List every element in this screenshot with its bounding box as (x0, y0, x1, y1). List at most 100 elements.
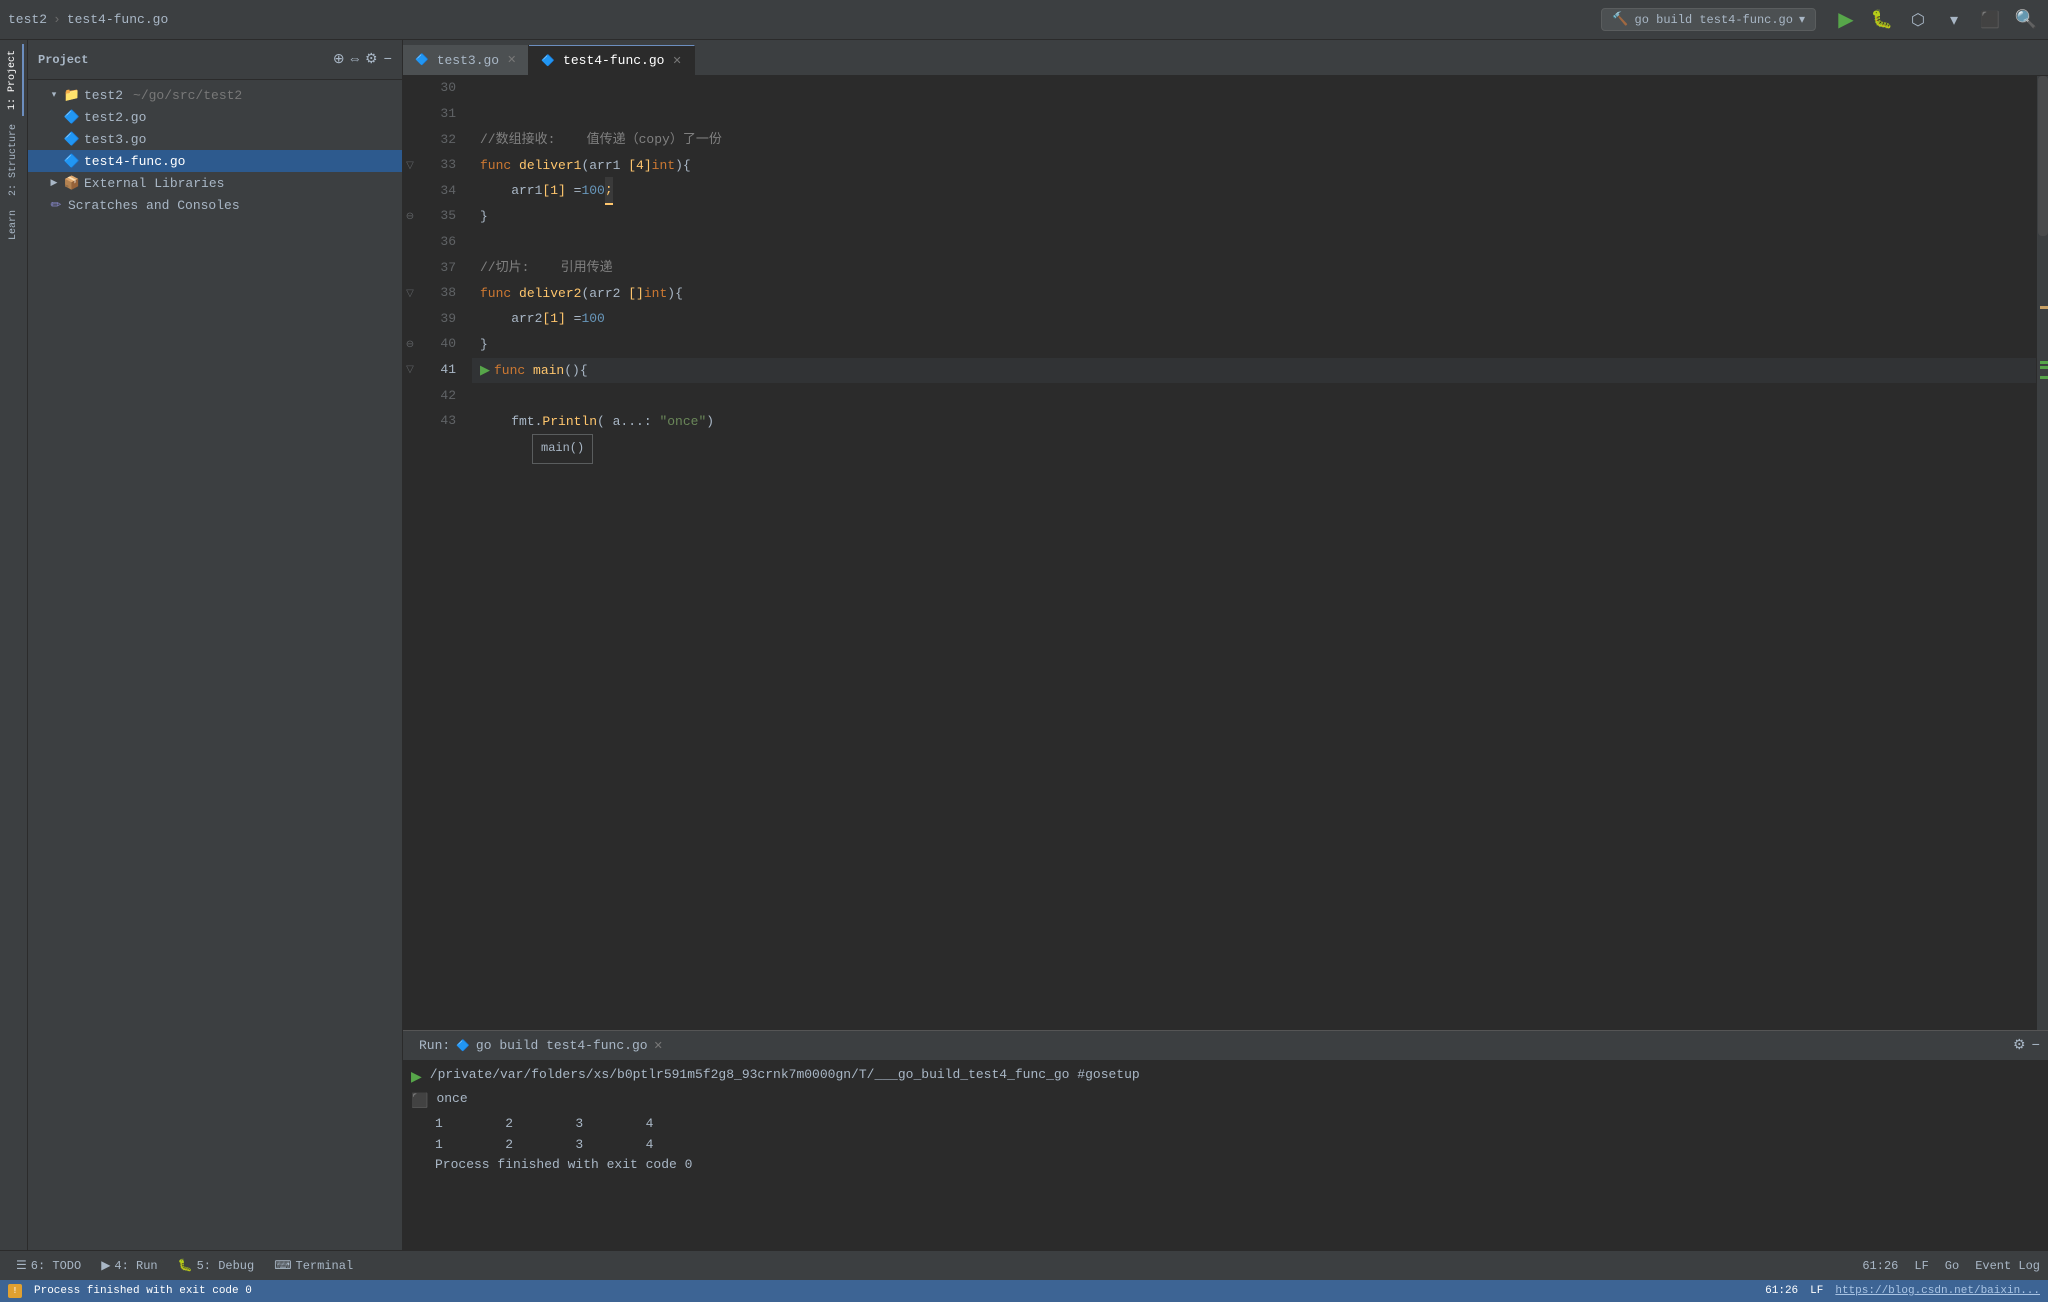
autocomplete-text: main() (541, 441, 584, 455)
terminal-footer-label: Terminal (296, 1259, 354, 1273)
bottom-tab-actions: ⚙ − (2013, 1037, 2040, 1054)
activity-learn[interactable]: Learn (4, 204, 23, 246)
settings-icon[interactable]: ⚙ (365, 51, 378, 68)
run-tab-close[interactable]: ✕ (654, 1039, 663, 1053)
coverage-button[interactable]: ⬡ (1904, 6, 1932, 34)
code-line-43: fmt.Println( a...: "once") (472, 409, 2036, 435)
kw-func-33: func (480, 153, 519, 179)
autocomplete-line: main() (532, 434, 2036, 460)
code-line-38: func deliver2(arr2 []int){ (472, 281, 2036, 307)
code-line-39: arr2[1] =100 (472, 306, 2036, 332)
code-line-37: //切片: 引用传递 (472, 255, 2036, 281)
tree-item-project-root[interactable]: ▾ 📁 test2 ~/go/src/test2 (28, 84, 402, 106)
bottom-tab-bar: Run: 🔷 go build test4-func.go ✕ ⚙ − (403, 1031, 2048, 1061)
tree-label-scratches: Scratches and Consoles (68, 198, 240, 213)
var-fmt: fmt (480, 409, 535, 435)
code-area[interactable]: //数组接收: 值传递（copy）了一份 func deliver1(arr1 … (472, 76, 2036, 1030)
comment-37: //切片: 引用传递 (480, 255, 613, 281)
minimize-icon[interactable]: − (384, 52, 392, 68)
run-footer-icon: ▶ (101, 1258, 110, 1273)
scratch-icon: ✏ (48, 197, 64, 213)
blog-link[interactable]: https://blog.csdn.net/baixin... (1835, 1285, 2040, 1297)
line-39: 39 (417, 306, 464, 332)
tab-close-test3[interactable]: ✕ (507, 53, 516, 67)
bracket-34: [1] (542, 178, 565, 204)
fold-33[interactable]: ▽ (403, 153, 417, 179)
run-config-dropdown[interactable]: 🔨 go build test4-func.go ▾ (1601, 8, 1816, 31)
tree-item-external-libs[interactable]: ▶ 📦 External Libraries (28, 172, 402, 194)
fold-40[interactable]: ⊖ (403, 332, 417, 358)
status-position: 61:26 (1862, 1259, 1898, 1273)
footer-tab-todo[interactable]: ☰ 6: TODO (8, 1258, 89, 1273)
fold-35[interactable]: ⊖ (403, 204, 417, 230)
activity-project[interactable]: 1: Project (3, 44, 24, 116)
status-eventlog[interactable]: Event Log (1975, 1259, 2040, 1273)
bracket-33: [4] (628, 153, 651, 179)
paren-33b: ){ (675, 153, 691, 179)
settings-bottom-icon[interactable]: ⚙ (2013, 1037, 2026, 1054)
tab-icon-test4: 🔷 (541, 54, 555, 68)
tab-close-test4[interactable]: ✕ (672, 54, 681, 68)
toolbar: ▶ 🐛 ⬡ ▾ ⬛ (1832, 6, 2004, 34)
sidebar: Project ⊕ ⇔ ⚙ − ▾ 📁 test2 ~/go/src/test2… (28, 40, 403, 1250)
gutter-mark-green-1 (2040, 361, 2048, 364)
code-line-41: ▶ func main(){ (472, 358, 2036, 384)
line-32: 32 (417, 127, 464, 153)
tree-label-test2: test2 (84, 88, 123, 103)
footer-tab-debug[interactable]: 🐛 5: Debug (170, 1258, 263, 1273)
title-filename: test4-func.go (67, 12, 168, 27)
search-icon[interactable]: 🔍 (2012, 6, 2040, 34)
bracket-39: [1] (542, 306, 565, 332)
debug-button[interactable]: 🐛 (1868, 6, 1896, 34)
autocomplete-popup[interactable]: main() (532, 434, 593, 464)
num-100-39: 100 (581, 306, 604, 332)
output-row2: 1 2 3 4 (411, 1135, 2040, 1156)
tree-item-test4funcgo[interactable]: 🔷 test4-func.go (28, 150, 402, 172)
todo-label: 6: TODO (31, 1259, 81, 1273)
code-line-36 (472, 230, 2036, 256)
footer-tab-run[interactable]: ▶ 4: Run (93, 1258, 165, 1273)
fold-41[interactable]: ▽ (403, 358, 417, 384)
var-arr1: arr1 (480, 178, 542, 204)
status-filetype: Go (1945, 1259, 1959, 1273)
collapse-icon[interactable]: ⇔ (351, 52, 359, 68)
status-bar-inline: 61:26 LF Go Event Log (1862, 1251, 2040, 1281)
line-41: 41 (417, 358, 464, 384)
sidebar-actions: ⊕ ⇔ ⚙ − (333, 51, 392, 68)
tree-item-test3go[interactable]: 🔷 test3.go (28, 128, 402, 150)
tree-item-test2go[interactable]: 🔷 test2.go (28, 106, 402, 128)
console-path-text: /private/var/folders/xs/b0ptlr591m5f2g8_… (430, 1065, 1140, 1086)
minimize-bottom-icon[interactable]: − (2032, 1038, 2040, 1054)
paren-40: } (480, 332, 488, 358)
var-arr2: arr2 (480, 306, 542, 332)
run-button[interactable]: ▶ (1832, 6, 1860, 34)
profile-dropdown-button[interactable]: ▾ (1940, 6, 1968, 34)
paren-43: ( a...: (597, 409, 659, 435)
tab-test3go[interactable]: 🔷 test3.go ✕ (403, 45, 529, 75)
bottom-panel: Run: 🔷 go build test4-func.go ✕ ⚙ − ▶ /p… (403, 1030, 2048, 1250)
run-tab[interactable]: Run: 🔷 go build test4-func.go ✕ (411, 1031, 671, 1061)
terminal-footer-icon: ⌨ (274, 1258, 291, 1273)
tab-label-test3: test3.go (437, 53, 499, 68)
kw-func-38: func (480, 281, 519, 307)
new-file-icon[interactable]: ⊕ (333, 51, 345, 68)
run-config-chevron[interactable]: ▾ (1799, 12, 1805, 27)
run-arrow-41[interactable]: ▶ (480, 358, 490, 384)
footer-tab-terminal[interactable]: ⌨ Terminal (266, 1258, 361, 1273)
activity-structure[interactable]: 2: Structure (4, 118, 23, 202)
project-name[interactable]: test2 (8, 12, 47, 27)
line-31: 31 (417, 102, 464, 128)
right-gutter[interactable] (2036, 76, 2048, 1030)
tab-test4funcgo[interactable]: 🔷 test4-func.go ✕ (529, 45, 694, 75)
tree-item-scratches[interactable]: ✏ Scratches and Consoles (28, 194, 402, 216)
tree-label-test4funcgo: test4-func.go (84, 154, 185, 169)
stop-button[interactable]: ⬛ (1976, 6, 2004, 34)
fold-38[interactable]: ▽ (403, 281, 417, 307)
fn-println: Println (542, 409, 597, 435)
line-sep: LF (1810, 1285, 1823, 1297)
punct-dot-43: . (535, 409, 543, 435)
code-line-31 (472, 102, 2036, 128)
output-stop-line: ⬛ once (411, 1089, 2040, 1113)
stop-icon-console: ⬛ (411, 1091, 428, 1113)
scrollbar-thumb[interactable] (2038, 76, 2048, 236)
